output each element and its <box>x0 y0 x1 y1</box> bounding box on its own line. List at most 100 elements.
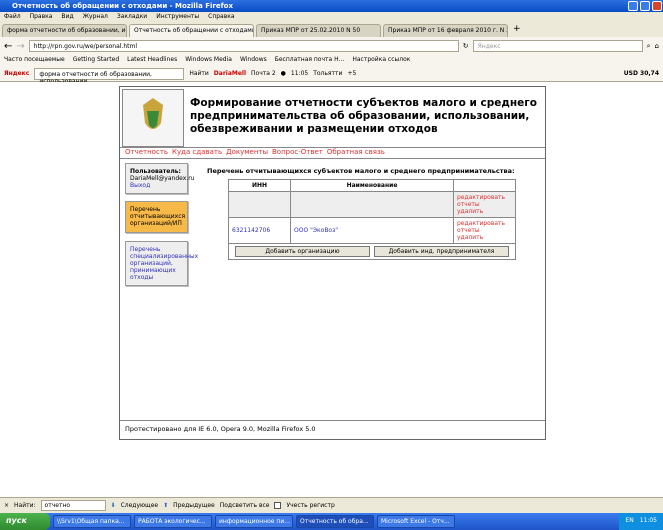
close-button[interactable] <box>652 1 662 11</box>
yandex-find-button[interactable]: Найти <box>189 70 208 77</box>
menu-view[interactable]: Вид <box>61 13 73 21</box>
edit-link[interactable]: редактировать <box>457 220 512 227</box>
yandex-toolbar: Яндекс форма отчетности об образовании, … <box>0 66 663 85</box>
yandex-city[interactable]: Тольятти <box>313 70 342 77</box>
nav-documents[interactable]: Документы <box>226 148 268 156</box>
tab-4[interactable]: Приказ МПР от 16 февраля 2010 г. N 30 <box>383 24 508 37</box>
tab-2-active[interactable]: Отчетность об обращении с отходами <box>129 24 254 37</box>
table-row: 6321142706 ООО "ЭкоВоз" редактировать отч… <box>228 217 516 244</box>
match-case-label: Учесть регистр <box>286 502 335 509</box>
user-email: DariaMell@yandex.ru <box>130 175 195 182</box>
add-entrepreneur-button[interactable]: Добавить инд. предпринимателя <box>374 246 509 257</box>
delete-link[interactable]: удалить <box>457 234 512 241</box>
clock: 11:05 <box>639 517 657 524</box>
emblem-logo <box>122 89 184 147</box>
sidebar-item-specialized-orgs[interactable]: Перечень специализированных организаций,… <box>125 241 198 286</box>
menu-help[interactable]: Справка <box>208 13 234 21</box>
menu-bookmarks[interactable]: Закладки <box>117 13 147 21</box>
yandex-temp: +5 <box>347 70 357 77</box>
find-bar: × Найти: отчетно ⬇ Следующее ⬆ Предыдуще… <box>0 497 663 513</box>
menu-edit[interactable]: Правка <box>30 13 53 21</box>
bookmark[interactable]: Getting Started <box>73 56 119 65</box>
match-case-checkbox[interactable] <box>274 502 282 509</box>
bookmark[interactable]: Бесплатная почта Н... <box>275 56 345 65</box>
inn-cell[interactable]: 6321142706 <box>228 217 291 244</box>
find-input[interactable]: отчетно <box>40 500 106 511</box>
delete-link[interactable]: удалить <box>457 208 512 215</box>
name-cell[interactable]: ООО "ЭкоВоз" <box>290 217 454 244</box>
main-title: Перечень отчитывающихся субъектов малого… <box>207 167 515 175</box>
nav-faq[interactable]: Вопрос-Ответ <box>272 148 323 156</box>
taskbar-item[interactable]: РАБОТА экологичес... <box>134 515 212 528</box>
arrow-up-icon: ⬆ <box>163 502 169 509</box>
minimize-button[interactable] <box>628 1 638 11</box>
system-tray: EN 11:05 <box>619 513 663 530</box>
home-icon[interactable]: ⌂ <box>655 42 659 50</box>
bookmark[interactable]: Часто посещаемые <box>4 56 65 65</box>
menu-history[interactable]: Журнал <box>83 13 108 21</box>
user-box: Пользователь: DariaMell@yandex.ru Выход <box>125 163 195 194</box>
nav-where-to-submit[interactable]: Куда сдавать <box>172 148 222 156</box>
bookmark[interactable]: Windows <box>240 56 267 65</box>
maximize-button[interactable] <box>640 1 650 11</box>
add-organization-button[interactable]: Добавить организацию <box>235 246 370 257</box>
back-icon[interactable]: ← <box>4 41 12 52</box>
close-find-icon[interactable]: × <box>4 502 9 509</box>
yandex-user[interactable]: DariaMell <box>214 70 246 77</box>
tab-3[interactable]: Приказ МПР от 25.02.2010 N 50 <box>256 24 381 37</box>
divider <box>120 158 545 159</box>
new-tab-button[interactable]: + <box>510 24 524 37</box>
col-name: Наименование <box>290 179 454 192</box>
window-titlebar: Отчетность об обращении с отходами - Moz… <box>0 0 663 12</box>
search-field[interactable]: Яндекс <box>472 40 643 52</box>
taskbar-item[interactable]: Microsoft Excel - Отч... <box>377 515 455 528</box>
table-row: редактировать отчеты удалить <box>228 191 516 218</box>
yandex-logo: Яндекс <box>4 70 30 77</box>
yandex-search-input[interactable]: форма отчетности об образовании, использ… <box>34 67 185 85</box>
sidebar-item-label: Перечень отчитывающихся организаций/ИП <box>130 206 186 227</box>
divider <box>120 420 545 421</box>
col-actions <box>453 179 516 192</box>
bookmark[interactable]: Latest Headlines <box>127 56 177 65</box>
nav-reporting[interactable]: Отчетность <box>125 148 168 156</box>
reports-link[interactable]: отчеты <box>457 201 512 208</box>
site-title: Формирование отчетности субъектов малого… <box>190 97 537 135</box>
taskbar-item-active[interactable]: Отчетность об обра... <box>296 515 374 528</box>
menu-tools[interactable]: Инструменты <box>156 13 199 21</box>
yandex-mail[interactable]: Почта 2 <box>251 70 276 77</box>
bookmarks-bar: Часто посещаемые Getting Started Latest … <box>0 55 663 66</box>
find-prev-button[interactable]: Предыдущее <box>173 502 215 509</box>
sidebar-item-reporting-orgs[interactable]: Перечень отчитывающихся организаций/ИП <box>125 201 188 233</box>
reload-icon[interactable]: ↻ <box>463 42 469 50</box>
forward-icon[interactable]: → <box>16 41 24 52</box>
find-label: Найти: <box>14 502 36 509</box>
tab-1[interactable]: форма отчетности об образовании, ис... <box>2 24 127 37</box>
user-label: Пользователь: <box>130 168 181 175</box>
nav-feedback[interactable]: Обратная связь <box>327 148 385 156</box>
taskbar-item[interactable]: \\Srv1\Общая папка... <box>53 515 131 528</box>
table-header: ИНН Наименование <box>228 179 516 192</box>
yandex-time: 11:05 <box>290 70 309 77</box>
site-page: Формирование отчетности субъектов малого… <box>119 86 546 440</box>
sidebar-item-label: Перечень специализированных организаций,… <box>130 246 199 281</box>
start-button[interactable]: пуск <box>0 513 50 530</box>
logout-link[interactable]: Выход <box>130 182 183 189</box>
find-next-button[interactable]: Следующее <box>121 502 159 509</box>
clock-icon: ● <box>280 70 286 77</box>
arrow-down-icon: ⬇ <box>110 502 116 509</box>
edit-link[interactable]: редактировать <box>457 194 512 201</box>
menu-file[interactable]: Файл <box>4 13 21 21</box>
footer-text: Протестировано для IE 6.0, Opera 9.0, Mo… <box>125 425 316 433</box>
bookmark[interactable]: Настройка ссылок <box>352 56 410 65</box>
tab-strip: форма отчетности об образовании, ис... О… <box>0 22 663 37</box>
taskbar-item[interactable]: информационное пи... <box>215 515 293 528</box>
language-indicator[interactable]: EN <box>625 517 633 526</box>
inn-cell[interactable] <box>228 191 291 218</box>
highlight-all-button[interactable]: Подсветить все <box>220 502 270 509</box>
name-cell[interactable] <box>290 191 454 218</box>
url-field[interactable]: http://rpn.gov.ru/we/personal.html <box>28 40 459 52</box>
reports-link[interactable]: отчеты <box>457 227 512 234</box>
bookmark[interactable]: Windows Media <box>185 56 232 65</box>
yandex-usd[interactable]: USD 30,74 <box>624 70 659 77</box>
search-icon[interactable]: ⌕ <box>647 42 651 51</box>
